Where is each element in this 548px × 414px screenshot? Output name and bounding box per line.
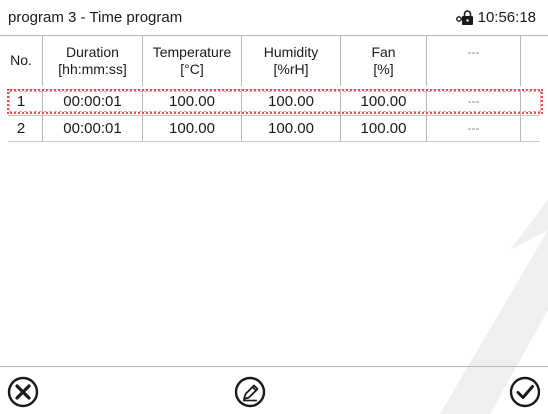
program-table: No. Duration [hh:mm:ss] Temperature [°C]… — [0, 36, 548, 86]
column-header-duration: Duration [hh:mm:ss] — [43, 36, 143, 86]
edit-button[interactable] — [233, 375, 267, 409]
cell-spare — [521, 116, 548, 141]
cell-duration[interactable]: 00:00:01 — [43, 116, 143, 141]
close-circle-icon — [7, 376, 39, 408]
column-header-empty: --- — [427, 36, 521, 86]
cell-extra[interactable]: --- — [427, 90, 521, 115]
cell-temperature[interactable]: 100.00 — [143, 116, 242, 141]
column-header-spare — [521, 36, 548, 86]
confirm-button[interactable] — [508, 375, 542, 409]
page-title: program 3 - Time program — [8, 9, 183, 26]
cell-no[interactable]: 2 — [0, 116, 43, 141]
column-header-no: No. — [0, 36, 43, 86]
check-circle-icon — [509, 376, 541, 408]
title-bar: program 3 - Time program 10:56:18 — [0, 0, 548, 36]
column-header-temperature: Temperature [°C] — [143, 36, 242, 86]
cell-fan[interactable]: 100.00 — [341, 90, 427, 115]
cell-extra[interactable]: --- — [427, 116, 521, 141]
status-area: 10:56:18 — [455, 9, 536, 26]
clock: 10:56:18 — [477, 9, 536, 26]
cell-temperature[interactable]: 100.00 — [143, 90, 242, 115]
cell-fan[interactable]: 100.00 — [341, 116, 427, 141]
cell-humidity[interactable]: 100.00 — [242, 116, 341, 141]
bottom-toolbar — [0, 366, 548, 414]
lock-key-icon — [455, 9, 473, 25]
cell-duration[interactable]: 00:00:01 — [43, 90, 143, 115]
table-row[interactable]: 2 00:00:01 100.00 100.00 100.00 --- — [0, 116, 548, 141]
table-header: No. Duration [hh:mm:ss] Temperature [°C]… — [0, 36, 548, 86]
cell-humidity[interactable]: 100.00 — [242, 90, 341, 115]
row-divider — [8, 141, 540, 142]
edit-pencil-icon — [234, 376, 266, 408]
column-header-fan: Fan [%] — [341, 36, 427, 86]
table-row[interactable]: 1 00:00:01 100.00 100.00 100.00 --- — [0, 90, 548, 115]
cancel-button[interactable] — [6, 375, 40, 409]
cell-spare — [521, 90, 548, 115]
column-header-humidity: Humidity [%rH] — [242, 36, 341, 86]
cell-no[interactable]: 1 — [0, 90, 43, 115]
